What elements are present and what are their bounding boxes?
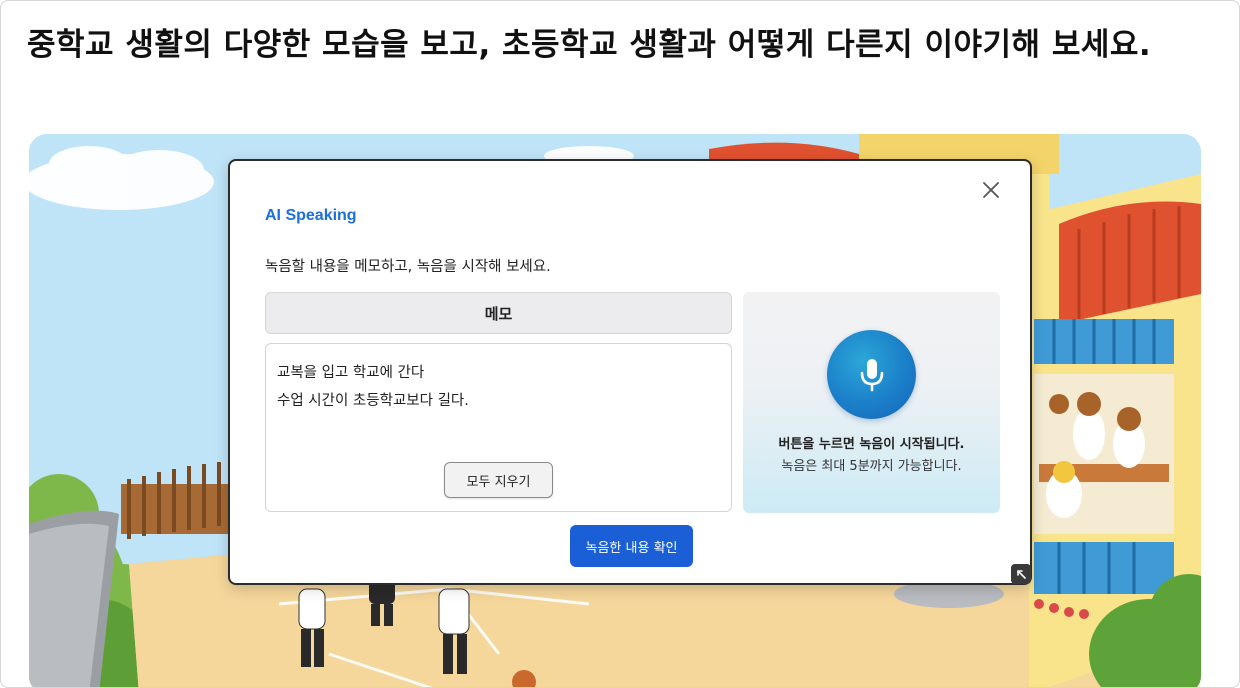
page-frame: 중학교 생활의 다양한 모습을 보고, 초등학교 생활과 어떻게 다른지 이야기… (0, 0, 1240, 688)
record-hint-primary: 버튼을 누르면 녹음이 시작됩니다. (778, 437, 965, 452)
clear-all-button[interactable]: 모두 지우기 (444, 462, 553, 498)
record-hint-secondary: 녹음은 최대 5분까지 가능합니다. (781, 459, 962, 474)
memo-line: 수업 시간이 초등학교보다 길다. (277, 393, 469, 409)
close-icon (983, 182, 999, 198)
expand-icon (1017, 570, 1026, 579)
memo-line: 교복을 입고 학교에 간다 (277, 365, 425, 381)
modal-instruction: 녹음할 내용을 메모하고, 녹음을 시작해 보세요. (265, 259, 551, 275)
expand-button[interactable] (1011, 564, 1031, 584)
ai-speaking-modal: AI Speaking 녹음할 내용을 메모하고, 녹음을 시작해 보세요. 메… (228, 159, 1032, 585)
modal-title: AI Speaking (265, 207, 357, 224)
question-title: 중학교 생활의 다양한 모습을 보고, 초등학교 생활과 어떻게 다른지 이야기… (27, 27, 1152, 63)
confirm-recording-button[interactable]: 녹음한 내용 확인 (570, 525, 693, 567)
close-button[interactable] (976, 175, 1006, 205)
memo-header: 메모 (265, 292, 732, 334)
memo-textarea[interactable]: 교복을 입고 학교에 간다 수업 시간이 초등학교보다 길다. 모두 지우기 (265, 343, 732, 512)
record-button[interactable] (827, 330, 916, 419)
microphone-icon (860, 358, 883, 391)
record-panel: 버튼을 누르면 녹음이 시작됩니다. 녹음은 최대 5분까지 가능합니다. (743, 292, 1000, 513)
